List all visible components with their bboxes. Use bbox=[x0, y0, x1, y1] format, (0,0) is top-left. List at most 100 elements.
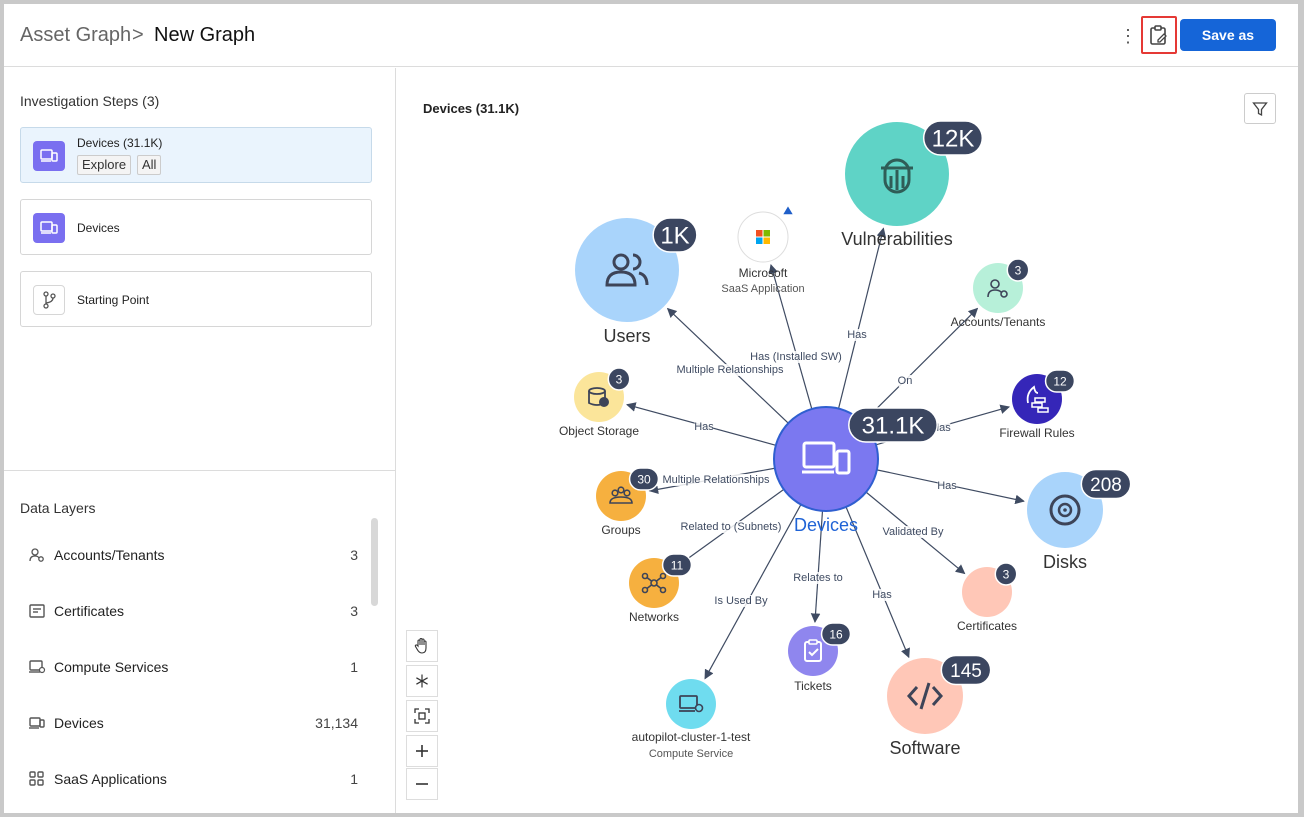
layer-label: Devices bbox=[54, 715, 104, 731]
sidebar: Investigation Steps (3) Devices (31.1K) … bbox=[4, 68, 396, 813]
snowflake-icon[interactable] bbox=[406, 665, 438, 697]
edge-label: On bbox=[898, 375, 913, 387]
node-certificates[interactable]: Certificates 3 bbox=[957, 562, 1018, 633]
node-circle[interactable] bbox=[666, 679, 716, 729]
devices-icon bbox=[33, 141, 65, 171]
edge-label: Has bbox=[694, 421, 714, 433]
canvas-toolbar bbox=[406, 630, 440, 802]
edge-label: Has bbox=[847, 329, 867, 341]
warning-icon bbox=[780, 203, 796, 216]
node-label: Certificates bbox=[957, 619, 1017, 633]
data-layer-devices[interactable]: Devices 31,134 bbox=[20, 711, 360, 735]
node-label: Vulnerabilities bbox=[841, 229, 952, 249]
zoom-out-icon[interactable] bbox=[406, 768, 438, 800]
step-devices-explore[interactable]: Devices (31.1K) Explore All bbox=[20, 127, 372, 183]
node-sublabel: Compute Service bbox=[649, 748, 733, 760]
node-object_storage[interactable]: Object Storage 3 bbox=[559, 367, 639, 438]
fit-screen-icon[interactable] bbox=[406, 700, 438, 732]
node-microsoft[interactable]: Microsoft SaaS Application bbox=[721, 203, 805, 295]
node-firewall[interactable]: Firewall Rules 12 bbox=[999, 369, 1076, 440]
step-label: Starting Point bbox=[77, 293, 150, 307]
layer-label: Certificates bbox=[54, 603, 125, 619]
node-users[interactable]: Users 1K bbox=[575, 217, 698, 346]
count-badge-text: 3 bbox=[1003, 567, 1010, 581]
node-label: autopilot-cluster-1-test bbox=[632, 730, 751, 744]
compute-icon bbox=[29, 660, 46, 674]
node-circle[interactable] bbox=[737, 211, 789, 263]
count-badge-text: 1K bbox=[660, 223, 689, 250]
edge-label: Has (Installed SW) bbox=[750, 351, 842, 363]
count-badge-text: 12K bbox=[932, 126, 975, 153]
breadcrumb-asset-graph[interactable]: Asset Graph bbox=[20, 24, 131, 47]
node-center-devices[interactable]: Devices 31.1K bbox=[773, 406, 938, 535]
node-networks[interactable]: Networks 11 bbox=[629, 553, 693, 624]
page-title: New Graph bbox=[154, 24, 256, 46]
data-layers-scrollbar[interactable] bbox=[371, 518, 378, 606]
data-layers-title: Data Layers bbox=[20, 500, 96, 516]
kebab-vertical-icon[interactable]: ⋮ bbox=[1119, 24, 1137, 48]
node-label: Accounts/Tenants bbox=[951, 315, 1046, 329]
save-as-button[interactable]: Save as bbox=[1180, 19, 1276, 51]
node-accounts[interactable]: Accounts/Tenants 3 bbox=[951, 258, 1046, 329]
clipboard-edit-button[interactable] bbox=[1141, 16, 1177, 54]
layer-label: Compute Services bbox=[54, 659, 169, 675]
devices-icon bbox=[33, 213, 65, 243]
node-label: Microsoft bbox=[739, 266, 788, 280]
count-badge-text: 11 bbox=[671, 558, 684, 572]
node-software[interactable]: Software 145 bbox=[887, 654, 992, 759]
node-compute[interactable]: autopilot-cluster-1-test Compute Service bbox=[632, 679, 751, 760]
graph-canvas[interactable]: Devices (31.1K) Multiple Relationships Ha… bbox=[396, 68, 1298, 813]
node-vulnerabilities[interactable]: Vulnerabilities 12K bbox=[841, 120, 984, 249]
devices-icon bbox=[29, 717, 45, 729]
certificate-icon bbox=[29, 604, 45, 618]
node-label: Groups bbox=[601, 523, 640, 537]
count-badge-text: 3 bbox=[1015, 263, 1022, 277]
edge-label: Relates to bbox=[793, 572, 843, 584]
data-layer-compute-services[interactable]: Compute Services 1 bbox=[20, 655, 360, 679]
edge-label: Multiple Relationships bbox=[677, 364, 784, 376]
node-label: Networks bbox=[629, 610, 679, 624]
header: Asset Graph > New Graph ⋮ Save as bbox=[4, 4, 1298, 67]
edge-label: Has bbox=[872, 589, 892, 601]
zoom-in-icon[interactable] bbox=[406, 735, 438, 767]
data-layer-accounts[interactable]: Accounts/Tenants 3 bbox=[20, 543, 360, 567]
branch-icon bbox=[33, 285, 65, 315]
all-chip[interactable]: All bbox=[137, 155, 162, 175]
explore-chip[interactable]: Explore bbox=[77, 155, 132, 175]
count-badge-text: 31.1K bbox=[862, 413, 925, 440]
layer-count: 1 bbox=[350, 659, 358, 675]
edge-vulnerabilities[interactable] bbox=[837, 227, 887, 409]
accounts-icon bbox=[29, 548, 44, 562]
sidebar-divider bbox=[4, 470, 395, 471]
count-badge-text: 16 bbox=[829, 627, 843, 641]
step-label: Devices (31.1K) bbox=[77, 136, 163, 150]
node-label: Disks bbox=[1043, 552, 1087, 572]
edge-label: Related to (Subnets) bbox=[681, 521, 782, 533]
node-tickets[interactable]: Tickets 16 bbox=[788, 622, 852, 693]
node-label: Firewall Rules bbox=[999, 426, 1074, 440]
count-badge-text: 30 bbox=[637, 472, 651, 486]
data-layer-saas-applications[interactable]: SaaS Applications 1 bbox=[20, 767, 360, 791]
count-badge-text: 3 bbox=[616, 372, 623, 386]
apps-icon bbox=[29, 771, 44, 786]
step-starting-point[interactable]: Starting Point bbox=[20, 271, 372, 327]
node-groups[interactable]: Groups 30 bbox=[596, 467, 660, 537]
data-layer-certificates[interactable]: Certificates 3 bbox=[20, 599, 360, 623]
node-label: Tickets bbox=[794, 679, 832, 693]
hand-icon[interactable] bbox=[406, 630, 438, 662]
layer-label: Accounts/Tenants bbox=[54, 547, 165, 563]
asset-graph[interactable]: Multiple RelationshipsHas (Installed SW)… bbox=[396, 68, 1298, 813]
node-sublabel: SaaS Application bbox=[721, 283, 804, 295]
step-devices[interactable]: Devices bbox=[20, 199, 372, 255]
clipboard-edit-icon bbox=[1150, 25, 1167, 45]
step-label: Devices bbox=[77, 221, 120, 235]
node-label: Object Storage bbox=[559, 424, 639, 438]
layer-count: 3 bbox=[350, 603, 358, 619]
layer-count: 3 bbox=[350, 547, 358, 563]
edge-label: Validated By bbox=[883, 526, 944, 538]
node-disks[interactable]: Disks 208 bbox=[1027, 468, 1132, 573]
count-badge-text: 12 bbox=[1053, 374, 1067, 388]
edge-label: Is Used By bbox=[714, 595, 768, 607]
count-badge-text: 208 bbox=[1090, 475, 1122, 496]
breadcrumb-separator: > bbox=[132, 24, 144, 46]
